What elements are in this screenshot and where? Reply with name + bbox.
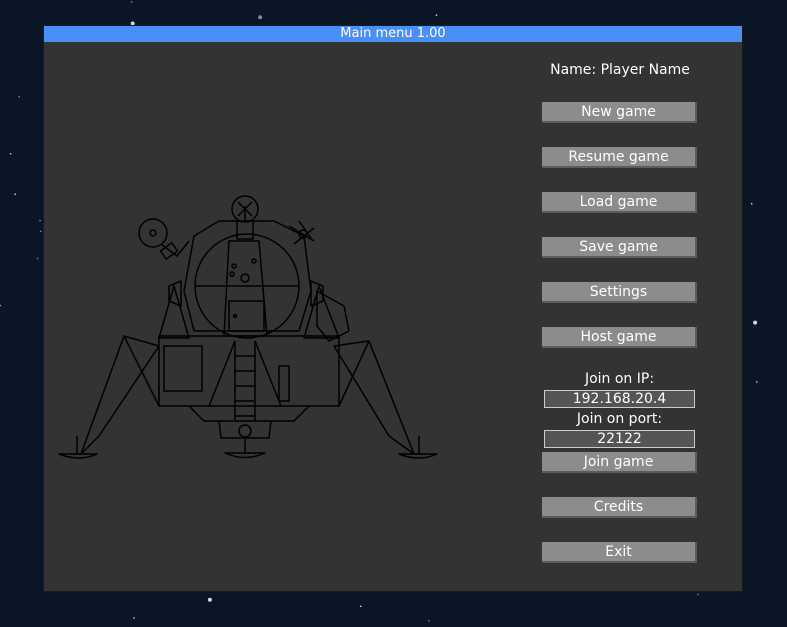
settings-button[interactable]: Settings bbox=[542, 282, 697, 303]
star bbox=[0, 304, 1, 307]
star bbox=[207, 597, 212, 602]
resume-game-button[interactable]: Resume game bbox=[542, 147, 697, 168]
star bbox=[428, 619, 430, 622]
new-game-button[interactable]: New game bbox=[542, 102, 697, 123]
star bbox=[130, 1, 133, 3]
star bbox=[258, 15, 263, 20]
star bbox=[14, 193, 16, 195]
host-game-button[interactable]: Host game bbox=[542, 327, 697, 348]
star bbox=[360, 605, 362, 608]
star bbox=[39, 219, 41, 222]
window-titlebar[interactable]: Main menu 1.00 bbox=[44, 26, 742, 42]
join-port-label: Join on port: bbox=[576, 411, 663, 427]
join-game-button[interactable]: Join game bbox=[542, 452, 697, 473]
star bbox=[39, 230, 42, 233]
join-ip-label: Join on IP: bbox=[584, 371, 655, 387]
star bbox=[9, 153, 12, 155]
star bbox=[753, 320, 758, 325]
player-name-label: Name: Player Name bbox=[550, 62, 690, 78]
star bbox=[435, 14, 438, 16]
join-ip-input[interactable] bbox=[544, 390, 695, 408]
star bbox=[133, 617, 135, 619]
save-game-button[interactable]: Save game bbox=[542, 237, 697, 258]
star bbox=[36, 257, 39, 260]
star bbox=[18, 96, 21, 98]
star bbox=[750, 202, 753, 205]
star bbox=[697, 593, 699, 596]
lunar-module-icon bbox=[58, 195, 438, 459]
join-port-input[interactable] bbox=[544, 430, 695, 448]
load-game-button[interactable]: Load game bbox=[542, 192, 697, 213]
star bbox=[756, 381, 758, 383]
main-menu-window: Main menu 1.00 Name: Player Name New gam… bbox=[43, 25, 743, 592]
exit-button[interactable]: Exit bbox=[542, 542, 697, 563]
credits-button[interactable]: Credits bbox=[542, 497, 697, 518]
